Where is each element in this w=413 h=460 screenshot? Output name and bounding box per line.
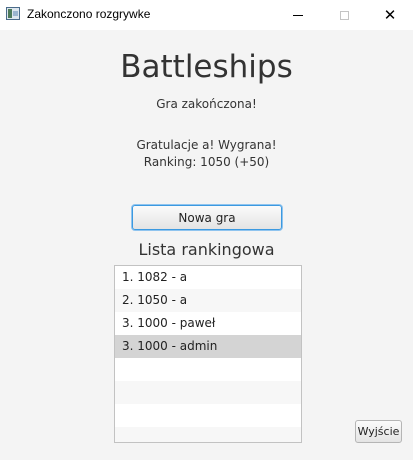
game-status-text: Gra zakończona!: [156, 97, 257, 111]
new-game-button[interactable]: Nowa gra: [132, 205, 282, 230]
empty-list-row: [115, 381, 301, 404]
close-button[interactable]: ✕: [367, 0, 413, 30]
minimize-button[interactable]: [275, 0, 321, 30]
app-window-icon: [6, 7, 20, 20]
empty-list-row: [115, 427, 301, 442]
empty-list-row: [115, 404, 301, 427]
ranking-list-title: Lista rankingowa: [138, 240, 275, 259]
minimize-icon: [293, 14, 303, 16]
ranking-list-item-selected[interactable]: 3. 1000 - admin: [115, 335, 301, 358]
ranking-list-item[interactable]: 2. 1050 - a: [115, 289, 301, 312]
window-title: Zakonczono rozgrywke: [27, 7, 151, 21]
game-title: Battleships: [120, 49, 293, 85]
ranking-list-item[interactable]: 3. 1000 - paweł: [115, 312, 301, 335]
ranking-change-text: Ranking: 1050 (+50): [143, 155, 270, 169]
maximize-button[interactable]: [321, 0, 367, 30]
maximize-icon: [339, 10, 349, 20]
ranking-list-item[interactable]: 1. 1082 - a: [115, 266, 301, 289]
congratulations-text: Gratulacje a! Wygrana!: [136, 138, 277, 152]
close-icon: ✕: [383, 5, 397, 24]
title-bar: Zakonczono rozgrywke ✕: [0, 0, 413, 30]
ranking-list[interactable]: 1. 1082 - a 2. 1050 - a 3. 1000 - paweł …: [114, 265, 302, 443]
exit-button[interactable]: Wyjście: [355, 420, 402, 443]
empty-list-row: [115, 358, 301, 381]
